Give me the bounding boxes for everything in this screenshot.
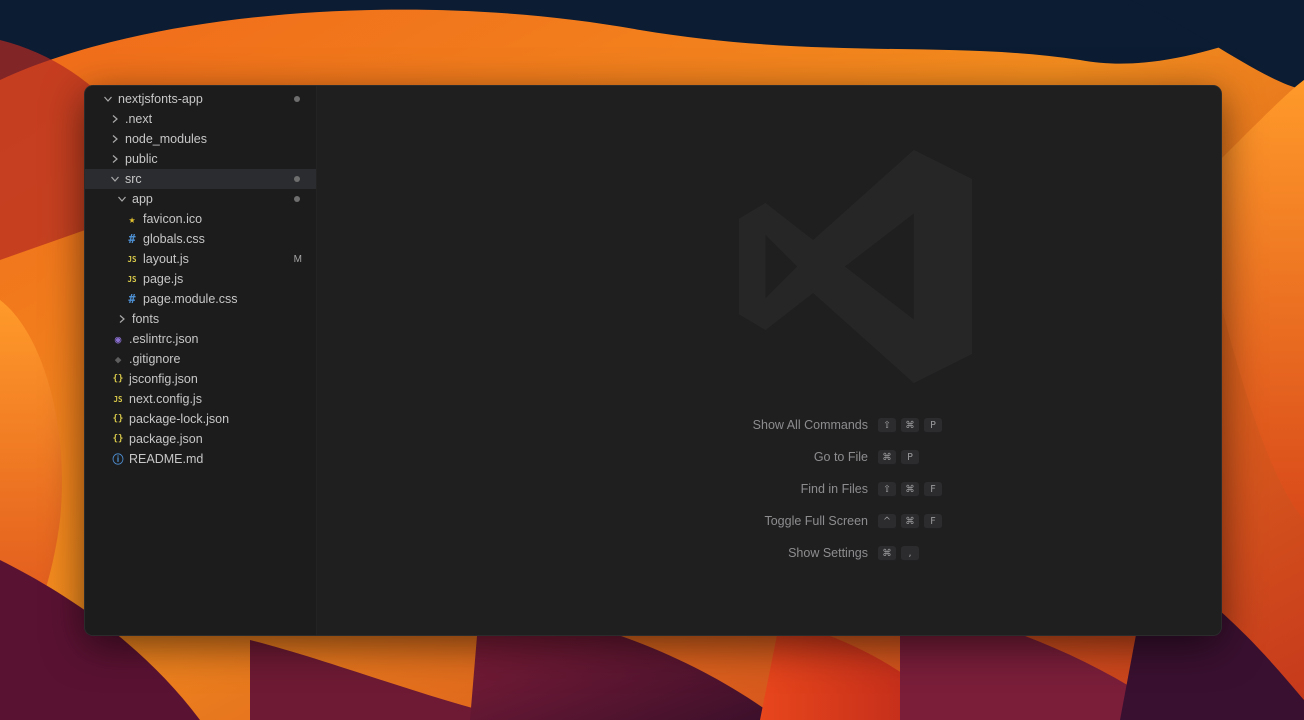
tree-item-label: public (125, 152, 158, 166)
explorer-sidebar: nextjsfonts-app .next node_modulespublic sr… (85, 86, 317, 635)
tree-item-readme-md[interactable]: ⓘ README.md (85, 449, 316, 469)
editor-window: nextjsfonts-app .next node_modulespublic sr… (84, 85, 1222, 636)
shortcut-row: Show Settings ⌘, (317, 544, 1221, 576)
chevron-down-icon (108, 174, 122, 184)
git-icon: ◆ (114, 352, 122, 366)
tree-item-nextjsfonts-app[interactable]: nextjsfonts-app (85, 89, 316, 109)
tree-item-label: nextjsfonts-app (118, 92, 203, 106)
keycap: ^ (878, 514, 896, 529)
chevron-down-icon (101, 94, 115, 104)
tree-item-label: app (132, 192, 153, 206)
keycap: ⇧ (878, 482, 896, 497)
shortcut-keys: ^ ⌘ F (878, 514, 942, 529)
keycap: P (924, 418, 942, 433)
css-hash-icon: # (128, 232, 136, 246)
tree-item-gitignore[interactable]: ◆ .gitignore (85, 349, 316, 369)
keycap: , (901, 546, 919, 561)
shortcut-keys: ⌘, (878, 546, 919, 561)
tree-item-next[interactable]: .next (85, 109, 316, 129)
chevron-right-icon (108, 114, 122, 124)
js-icon: JS (113, 394, 123, 404)
tree-item-label: .gitignore (129, 352, 181, 366)
shortcut-label: Go to File (813, 450, 868, 464)
chevron-down-icon (115, 194, 129, 204)
tree-item-page-js[interactable]: JS page.js (85, 269, 316, 289)
modified-dot-icon (294, 176, 300, 182)
tree-item-label: favicon.ico (143, 212, 203, 226)
shortcut-label: Show All Commands (752, 418, 868, 432)
tree-item-label: page.js (143, 272, 184, 286)
modified-dot-icon (294, 196, 300, 202)
json-braces-icon: {} (112, 434, 124, 444)
tree-item-src[interactable]: src (85, 169, 316, 189)
tree-item-public[interactable]: public (85, 149, 316, 169)
json-braces-icon: {} (112, 374, 124, 384)
shortcut-label: Find in Files (800, 482, 868, 496)
tree-item-globals-css[interactable]: # globals.css (85, 229, 316, 249)
modified-dot-icon (294, 96, 300, 102)
keycap: ⌘ (901, 418, 919, 433)
tree-item-label: next.config.js (129, 392, 202, 406)
json-braces-icon: {} (112, 414, 124, 424)
tree-item-label: README.md (129, 452, 204, 466)
git-status-badge: M (293, 253, 302, 265)
tree-item-label: package.json (129, 432, 203, 446)
tree-item-package-lock-json[interactable]: {} package-lock.json (85, 409, 316, 429)
chevron-right-icon (115, 314, 129, 324)
keycap: F (924, 514, 942, 529)
star-icon: ★ (128, 212, 136, 226)
tree-item-jsconfig-json[interactable]: {} jsconfig.json (85, 369, 316, 389)
keycap: P (901, 450, 919, 465)
shortcut-label: Toggle Full Screen (764, 514, 868, 528)
tree-item-label: page.module.css (143, 292, 238, 306)
tree-item-label: package-lock.json (129, 412, 230, 426)
keycap: ⌘ (878, 546, 896, 561)
shortcut-row: Go to File ⌘ P (317, 448, 1221, 480)
js-icon: JS (127, 274, 137, 284)
tree-item-label: .eslintrc.json (129, 332, 199, 346)
info-icon: ⓘ (112, 453, 124, 466)
chevron-right-icon (108, 134, 122, 144)
tree-item-label: fonts (132, 312, 160, 326)
keycap: ⌘ (901, 514, 919, 529)
tree-item-label: jsconfig.json (129, 372, 198, 386)
tree-item-layout-js[interactable]: JS layout.js M (85, 249, 316, 269)
tree-item-page-module-css[interactable]: # page.module.css (85, 289, 316, 309)
shortcut-keys: ⇧ ⌘ F (878, 482, 942, 497)
tree-item-label: src (125, 172, 142, 186)
js-icon: JS (127, 254, 137, 264)
shortcut-keys: ⇧ ⌘ P (878, 418, 942, 433)
shortcut-row: Toggle Full Screen ^ ⌘ F (317, 512, 1221, 544)
vscode-logo-watermark-icon (723, 134, 988, 399)
tree-item-next-config-js[interactable]: JS next.config.js (85, 389, 316, 409)
tree-item-package-json[interactable]: {} package.json (85, 429, 316, 449)
keycap: ⌘ (901, 482, 919, 497)
editor-empty-area: Show All Commands ⇧ ⌘ P Go to File ⌘ P Find in … (317, 86, 1221, 635)
shortcut-row: Show All Commands ⇧ ⌘ P (317, 416, 1221, 448)
keycap: F (924, 482, 942, 497)
css-hash-icon: # (128, 292, 136, 306)
tree-item-app[interactable]: app (85, 189, 316, 209)
tree-item-label: node_modules (125, 132, 208, 146)
eslint-icon: ◉ (114, 332, 122, 346)
tree-item-node-modules[interactable]: node_modules (85, 129, 316, 149)
keycap: ⇧ (878, 418, 896, 433)
shortcut-keys: ⌘ P (878, 450, 919, 465)
shortcut-label: Show Settings (788, 546, 868, 560)
chevron-right-icon (108, 154, 122, 164)
tree-item-label: .next (125, 112, 153, 126)
shortcut-row: Find in Files ⇧ ⌘ F (317, 480, 1221, 512)
tree-item-label: globals.css (143, 232, 205, 246)
shortcut-hints: Show All Commands ⇧ ⌘ P Go to File ⌘ P Find in … (317, 416, 1221, 576)
tree-item-favicon-ico[interactable]: ★ favicon.ico (85, 209, 316, 229)
keycap: ⌘ (878, 450, 896, 465)
tree-item-label: layout.js (143, 252, 189, 266)
tree-item-fonts[interactable]: fonts (85, 309, 316, 329)
tree-item-eslintrc-json[interactable]: ◉ .eslintrc.json (85, 329, 316, 349)
